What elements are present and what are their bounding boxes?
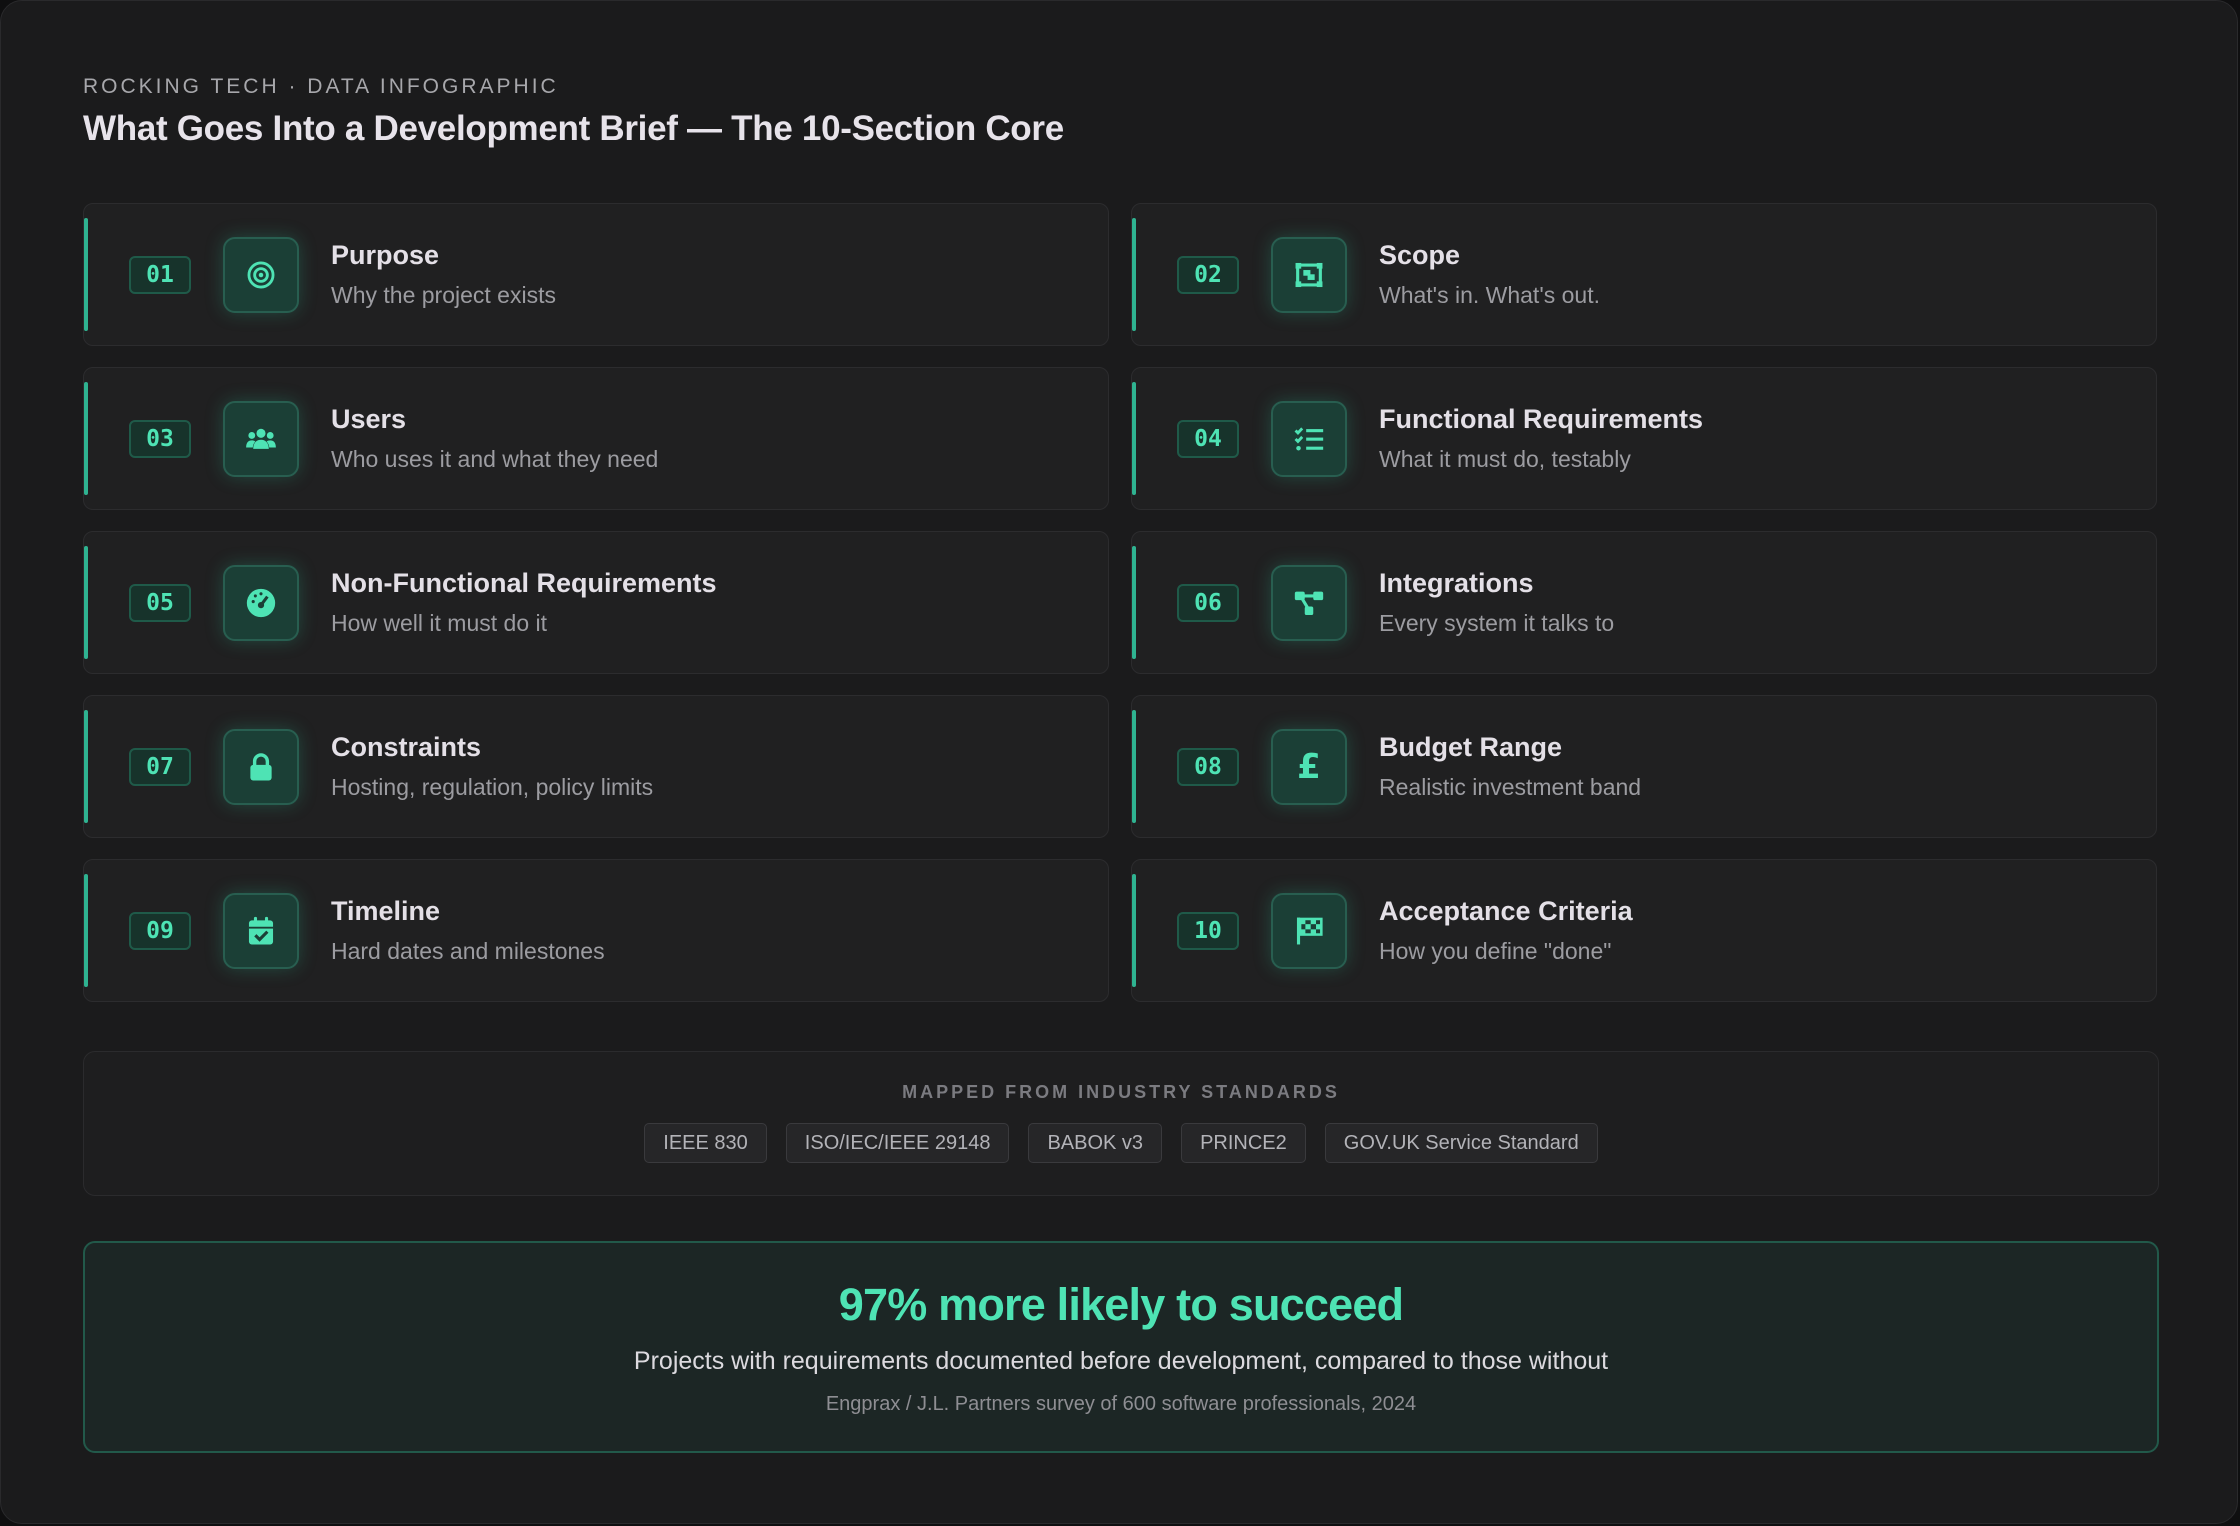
section-number: 05	[129, 584, 191, 622]
lock-icon	[223, 729, 299, 805]
checklist-icon	[1271, 401, 1347, 477]
section-title: Scope	[1379, 240, 1461, 270]
users-icon	[223, 401, 299, 477]
section-title: Constraints	[331, 732, 482, 762]
section-card-users: 03 Users Who uses it and what they need	[83, 367, 1109, 510]
section-card-non-functional-requirements: 05 Non-Functional Requirements How well …	[83, 531, 1109, 674]
section-card-scope: 02 Scope What's in. What's out.	[1131, 203, 2157, 346]
gauge-icon	[223, 565, 299, 641]
infographic-frame: ROCKING TECH · DATA INFOGRAPHIC What Goe…	[0, 0, 2238, 1524]
section-title: Budget Range	[1379, 732, 1563, 762]
page-title: What Goes Into a Development Brief — The…	[83, 109, 1064, 148]
section-subtitle: Every system it talks to	[1379, 610, 1615, 636]
standards-label: MAPPED FROM INDUSTRY STANDARDS	[902, 1082, 1340, 1102]
section-subtitle: Who uses it and what they need	[331, 446, 659, 472]
section-title: Purpose	[331, 240, 440, 270]
standard-chip: GOV.UK Service Standard	[1324, 1123, 1598, 1163]
stat-source: Engprax / J.L. Partners survey of 600 so…	[825, 1393, 1417, 1415]
section-number: 07	[129, 748, 191, 786]
checkered-flag-icon	[1271, 893, 1347, 969]
section-number: 10	[1177, 912, 1239, 950]
section-subtitle: What it must do, testably	[1379, 446, 1631, 472]
section-number: 02	[1177, 256, 1239, 294]
standard-chip: PRINCE2	[1181, 1123, 1306, 1163]
section-subtitle: Realistic investment band	[1379, 774, 1642, 800]
target-icon	[223, 237, 299, 313]
section-card-functional-requirements: 04 Functional Requirements What it must …	[1131, 367, 2157, 510]
standard-chip: ISO/IEC/IEEE 29148	[785, 1123, 1010, 1163]
section-subtitle: Hard dates and milestones	[331, 938, 605, 964]
section-number: 01	[129, 256, 191, 294]
section-card-acceptance-criteria: 10 Acceptance Criteria How you define "d…	[1131, 859, 2157, 1002]
section-title: Timeline	[331, 896, 441, 926]
section-title: Users	[331, 404, 407, 434]
section-number: 04	[1177, 420, 1239, 458]
standard-chip: IEEE 830	[644, 1123, 767, 1163]
section-card-purpose: 01 Purpose Why the project exists	[83, 203, 1109, 346]
section-number: 08	[1177, 748, 1239, 786]
standards-panel: MAPPED FROM INDUSTRY STANDARDS IEEE 830 …	[83, 1051, 2159, 1196]
stat-headline: 97% more likely to succeed	[838, 1279, 1404, 1330]
section-subtitle: Why the project exists	[331, 282, 556, 308]
stat-callout: 97% more likely to succeed Projects with…	[83, 1241, 2159, 1453]
standards-chip-list: IEEE 830 ISO/IEC/IEEE 29148 BABOK v3 PRI…	[84, 1123, 2158, 1163]
integration-nodes-icon	[1271, 565, 1347, 641]
pound-icon: £	[1271, 729, 1347, 805]
sections-grid: 01 Purpose Why the project exists 02 Sco…	[83, 203, 2159, 1002]
section-title: Non-Functional Requirements	[331, 568, 717, 598]
section-card-constraints: 07 Constraints Hosting, regulation, poli…	[83, 695, 1109, 838]
section-card-budget-range: 08 £ Budget Range Realistic investment b…	[1131, 695, 2157, 838]
section-number: 03	[129, 420, 191, 458]
section-number: 06	[1177, 584, 1239, 622]
section-card-timeline: 09 Timeline Hard dates and milestones	[83, 859, 1109, 1002]
eyebrow-label: ROCKING TECH · DATA INFOGRAPHIC	[83, 75, 559, 98]
section-subtitle: How well it must do it	[331, 610, 548, 636]
section-title: Functional Requirements	[1379, 404, 1704, 434]
section-subtitle: How you define "done"	[1379, 938, 1612, 964]
scope-frame-icon	[1271, 237, 1347, 313]
stat-description: Projects with requirements documented be…	[633, 1347, 1609, 1375]
section-title: Integrations	[1379, 568, 1534, 598]
section-subtitle: Hosting, regulation, policy limits	[331, 774, 654, 800]
standard-chip: BABOK v3	[1028, 1123, 1163, 1163]
section-card-integrations: 06 Integrations Every system it talks to	[1131, 531, 2157, 674]
section-number: 09	[129, 912, 191, 950]
section-subtitle: What's in. What's out.	[1379, 282, 1600, 308]
calendar-check-icon	[223, 893, 299, 969]
section-title: Acceptance Criteria	[1379, 896, 1633, 926]
